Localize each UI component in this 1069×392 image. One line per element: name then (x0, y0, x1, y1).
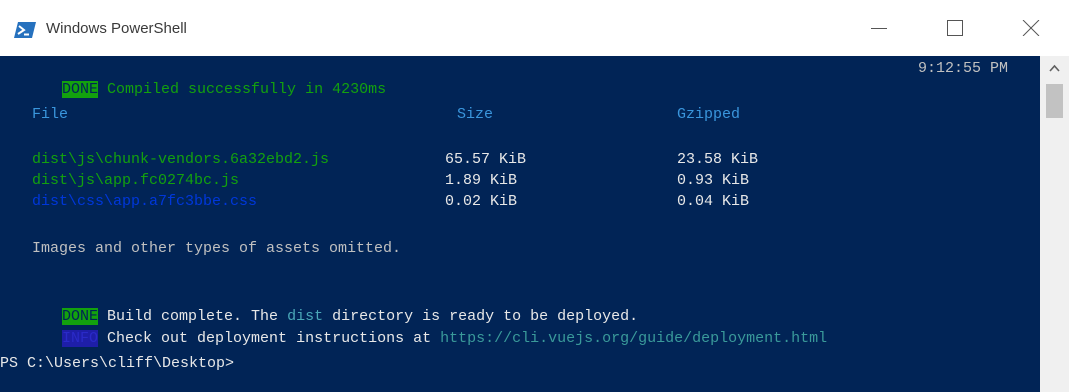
build-complete-line: DONE Build complete. The dist directory … (8, 285, 638, 325)
compile-message: Compiled successfully in 4230ms (98, 81, 387, 98)
console-output[interactable]: DONE Compiled successfully in 4230ms 9:1… (0, 56, 1040, 392)
title-bar[interactable]: Windows PowerShell (0, 0, 1069, 56)
vertical-scrollbar[interactable] (1040, 56, 1069, 392)
chevron-up-icon (1049, 64, 1060, 72)
powershell-icon (14, 22, 36, 38)
shell-prompt[interactable]: PS C:\Users\cliff\Desktop> (0, 353, 234, 374)
deployment-url[interactable]: https://cli.vuejs.org/guide/deployment.h… (440, 330, 827, 347)
info-message-prefix: Check out deployment instructions at (98, 330, 441, 347)
file-row-3-gzipped: 0.04 KiB (677, 193, 750, 210)
minimize-button[interactable] (856, 0, 902, 56)
done-badge: DONE (62, 81, 99, 98)
header-file: File (32, 106, 69, 123)
file-row-2-name: dist\js\app.fc0274bc.js (32, 172, 240, 189)
scroll-thumb[interactable] (1046, 84, 1063, 118)
timestamp: 9:12:55 PM (918, 60, 1009, 77)
minimize-icon (871, 28, 887, 29)
close-button[interactable] (1007, 0, 1053, 56)
file-row-1-name: dist\js\chunk-vendors.6a32ebd2.js (32, 151, 330, 168)
file-row-2-size: 1.89 KiB (445, 172, 518, 189)
scroll-up-button[interactable] (1040, 56, 1069, 80)
window-title: Windows PowerShell (46, 20, 187, 37)
file-row-3-size: 0.02 KiB (445, 193, 518, 210)
close-icon (1022, 20, 1040, 36)
header-gzipped: Gzipped (677, 106, 741, 123)
compile-status-line: DONE Compiled successfully in 4230ms (8, 58, 386, 98)
file-row-2-gzipped: 0.93 KiB (677, 172, 750, 189)
powershell-window: Windows PowerShell DONE Compiled success… (0, 0, 1069, 392)
maximize-button[interactable] (931, 0, 977, 56)
file-row-1-size: 65.57 KiB (445, 151, 527, 168)
info-line: INFO Check out deployment instructions a… (8, 307, 827, 347)
file-row-1-gzipped: 23.58 KiB (677, 151, 759, 168)
assets-omitted-note: Images and other types of assets omitted… (32, 240, 402, 257)
maximize-icon (947, 20, 963, 36)
file-row-3-name: dist\css\app.a7fc3bbe.css (32, 193, 258, 210)
info-badge: INFO (62, 330, 99, 347)
header-size: Size (457, 106, 494, 123)
